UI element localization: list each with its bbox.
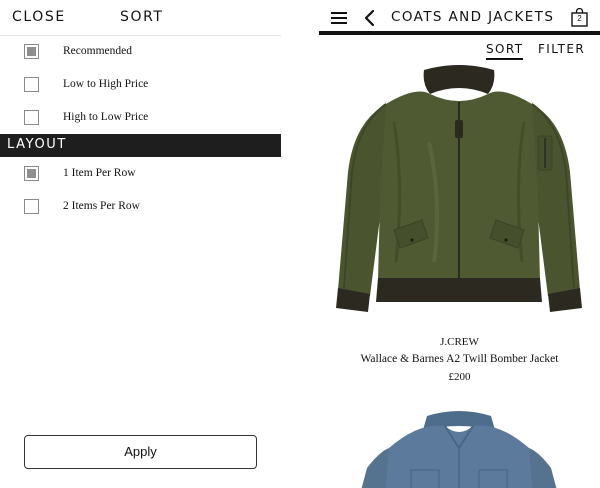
menu-icon[interactable] [331, 12, 347, 24]
sort-option-label: Low to High Price [63, 78, 149, 90]
checkbox-icon[interactable] [24, 199, 39, 214]
checkbox-icon[interactable] [24, 44, 39, 59]
drawer-title: SORT [120, 9, 164, 25]
checkbox-icon[interactable] [24, 110, 39, 125]
sort-tab[interactable]: SORT [486, 42, 524, 60]
bag-count-badge: 2 [577, 14, 582, 23]
checkbox-icon[interactable] [24, 77, 39, 92]
sort-option-recommended[interactable]: Recommended [0, 37, 281, 67]
layout-section-header: LAYOUT [0, 134, 281, 157]
product-image[interactable] [349, 408, 569, 488]
product-brand: J.CREW [440, 336, 479, 348]
apply-button[interactable]: Apply [24, 435, 257, 469]
product-image[interactable] [324, 62, 594, 320]
product-list-screen: COATS AND JACKETS 2 SORT FILTER J.CREW W… [319, 0, 600, 488]
page-title: COATS AND JACKETS [391, 9, 555, 25]
drawer-header: CLOSE SORT [0, 0, 281, 36]
checkbox-icon[interactable] [24, 166, 39, 181]
sort-option-label: High to Low Price [63, 111, 149, 123]
layout-option-one-per-row[interactable]: 1 Item Per Row [0, 159, 281, 189]
sort-drawer: CLOSE SORT Recommended Low to High Price… [0, 0, 281, 488]
layout-heading: LAYOUT [7, 137, 67, 152]
product-card-info[interactable]: J.CREW Wallace & Barnes A2 Twill Bomber … [319, 334, 600, 383]
back-chevron-icon[interactable] [363, 9, 377, 27]
sort-option-label: Recommended [63, 45, 132, 57]
sort-option-low-to-high[interactable]: Low to High Price [0, 70, 281, 100]
shopping-bag-icon[interactable]: 2 [571, 7, 588, 27]
layout-option-two-per-row[interactable]: 2 Items Per Row [0, 192, 281, 222]
layout-option-label: 2 Items Per Row [63, 200, 140, 212]
close-button[interactable]: CLOSE [12, 9, 66, 25]
sort-option-high-to-low[interactable]: High to Low Price [0, 103, 281, 133]
layout-option-label: 1 Item Per Row [63, 167, 136, 179]
product-name: Wallace & Barnes A2 Twill Bomber Jacket [360, 353, 559, 365]
filter-tab[interactable]: FILTER [538, 42, 585, 56]
product-price: £200 [448, 371, 471, 383]
shop-header: COATS AND JACKETS 2 [319, 0, 600, 35]
sort-filter-bar: SORT FILTER [319, 36, 600, 64]
